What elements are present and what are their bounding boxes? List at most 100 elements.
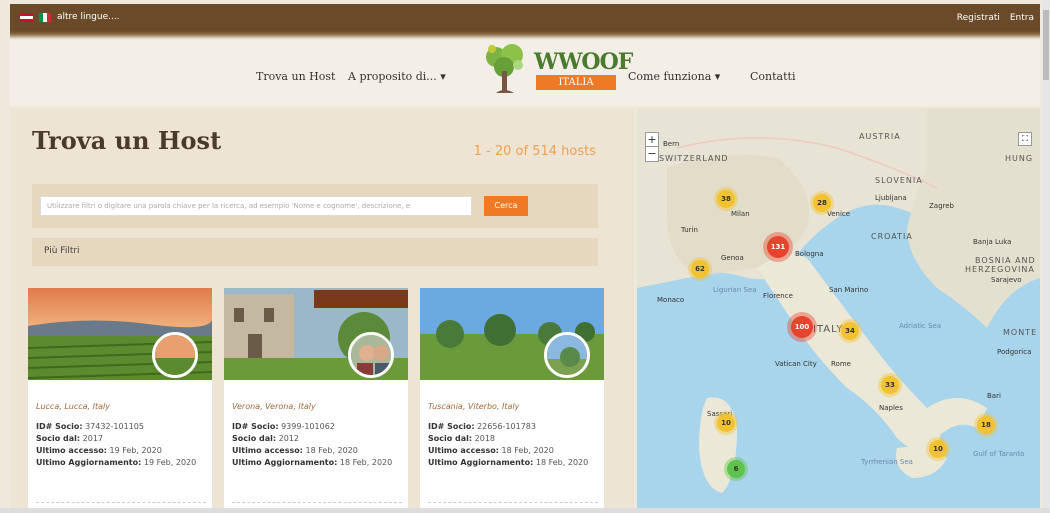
access-label: Ultimo accesso: (36, 446, 107, 455)
top-bar: altre lingue.... Registrati Entra (10, 4, 1040, 32)
map-label-zagreb: Zagreb (929, 202, 955, 210)
map-cluster[interactable]: 33 (881, 376, 899, 394)
map-label-adriatic: Adriatic Sea (899, 322, 942, 330)
id-label: ID# Socio: (36, 422, 83, 431)
nav-about[interactable]: A proposito di... ▾ (348, 70, 446, 83)
host-avatar[interactable] (544, 332, 590, 378)
language-switcher[interactable]: altre lingue.... (20, 12, 120, 22)
map-label-milan: Milan (731, 210, 750, 218)
access-label: Ultimo accesso: (428, 446, 499, 455)
map-label-croatia: CROATIA (871, 232, 913, 241)
results-count: 1 - 20 of 514 hosts (473, 144, 596, 159)
register-link[interactable]: Registrati (957, 13, 1000, 23)
more-filters-toggle[interactable]: Più Filtri (32, 238, 598, 266)
map-label-banja-luka: Banja Luka (973, 238, 1012, 246)
last-update: 18 Feb, 2020 (339, 458, 393, 467)
map-cluster[interactable]: 28 (813, 194, 831, 212)
map-cluster[interactable]: 34 (841, 322, 859, 340)
map-cluster[interactable]: 18 (977, 416, 995, 434)
map-cluster[interactable]: 10 (929, 440, 947, 458)
map-label-austria: AUSTRIA (859, 132, 901, 141)
map-label-taranto: Gulf of Taranto (973, 450, 1025, 458)
map-label-ljubljana: Ljubljana (875, 194, 907, 202)
map-label-genoa: Genoa (721, 254, 744, 262)
map-label-venice: Venice (827, 210, 851, 218)
map-cluster[interactable]: 10 (717, 414, 735, 432)
search-input[interactable]: Utilizzare filtri o digitare una parola … (40, 196, 472, 216)
uk-flag-icon[interactable] (20, 12, 33, 22)
map-label-hungary: HUNG (1005, 154, 1034, 163)
member-since: 2017 (82, 434, 103, 443)
map-label-florence: Florence (763, 292, 793, 300)
host-card[interactable]: Tuscania, Viterbo, Italy ID# Socio: 2265… (420, 288, 604, 513)
id-label: ID# Socio: (232, 422, 279, 431)
other-languages-link[interactable]: altre lingue.... (57, 12, 120, 22)
map-cluster[interactable]: 62 (691, 260, 709, 278)
since-label: Socio dal: (36, 434, 81, 443)
map-base (637, 108, 1040, 493)
card-divider (232, 502, 402, 506)
map-label-italy: ITALY (813, 324, 844, 335)
hosts-map[interactable]: + − ⛶ Bern SWITZERLAND AUSTRIA HUNG SLOV… (637, 108, 1040, 508)
map-label-slovenia: SLOVENIA (875, 176, 923, 185)
main-nav: Trova un Host A proposito di... ▾ WWOOF … (10, 40, 1040, 106)
member-id: 9399-101062 (281, 422, 335, 431)
map-label-vatican: Vatican City (775, 360, 817, 368)
member-id: 22656-101783 (477, 422, 536, 431)
italy-flag-icon[interactable] (39, 12, 51, 22)
since-label: Socio dal: (232, 434, 277, 443)
map-label-san-marino: San Marino (829, 286, 869, 294)
member-since: 2018 (474, 434, 495, 443)
map-label-podgorica: Podgorica (997, 348, 1032, 356)
wwoof-logo[interactable]: WWOOF ITALIA (482, 43, 633, 99)
update-label: Ultimo Aggiornamento: (232, 458, 338, 467)
nav-find-host[interactable]: Trova un Host (256, 70, 335, 83)
map-label-naples: Naples (879, 404, 903, 412)
results-panel: Trova un Host 1 - 20 of 514 hosts Utiliz… (10, 108, 634, 513)
host-card[interactable]: Verona, Verona, Italy ID# Socio: 9399-10… (224, 288, 408, 513)
map-cluster[interactable]: 100 (791, 316, 813, 338)
fullscreen-icon[interactable]: ⛶ (1018, 132, 1032, 146)
card-divider (428, 502, 598, 506)
last-access: 18 Feb, 2020 (501, 446, 554, 455)
logo-subtitle: ITALIA (536, 75, 616, 90)
search-button[interactable]: Cerca (484, 196, 528, 216)
torn-paper-edge (10, 31, 1040, 39)
scroll-thumb[interactable] (1043, 10, 1049, 80)
last-update: 18 Feb, 2020 (535, 458, 589, 467)
id-label: ID# Socio: (428, 422, 475, 431)
since-label: Socio dal: (428, 434, 473, 443)
zoom-in-button[interactable]: + (646, 133, 658, 147)
update-label: Ultimo Aggiornamento: (36, 458, 142, 467)
nav-contacts[interactable]: Contatti (750, 70, 795, 83)
last-update: 19 Feb, 2020 (143, 458, 197, 467)
map-label-sarajevo: Sarajevo (991, 276, 1022, 284)
map-cluster[interactable]: 6 (727, 460, 745, 478)
map-label-rome: Rome (831, 360, 851, 368)
login-link[interactable]: Entra (1010, 13, 1034, 23)
vertical-scrollbar[interactable] (1042, 0, 1050, 513)
map-label-bari: Bari (987, 392, 1001, 400)
map-label-ligurian-sea: Ligurian Sea (713, 286, 757, 294)
map-label-bern: Bern (663, 140, 680, 148)
map-label-switzerland: SWITZERLAND (659, 154, 729, 163)
logo-text: WWOOF (534, 49, 633, 75)
host-avatar[interactable] (152, 332, 198, 378)
map-label-bologna: Bologna (795, 250, 824, 258)
horizontal-scrollbar[interactable] (0, 508, 1050, 513)
map-cluster[interactable]: 131 (767, 236, 789, 258)
host-card[interactable]: Lucca, Lucca, Italy ID# Socio: 37432-101… (28, 288, 212, 513)
map-label-turin: Turin (681, 226, 698, 234)
host-avatar[interactable] (348, 332, 394, 378)
host-location: Verona, Verona, Italy (232, 402, 316, 411)
card-divider (36, 502, 206, 506)
zoom-out-button[interactable]: − (646, 147, 658, 161)
page-title: Trova un Host (32, 126, 222, 155)
map-cluster[interactable]: 38 (717, 190, 735, 208)
host-location: Lucca, Lucca, Italy (36, 402, 110, 411)
zoom-control: + − (645, 132, 659, 162)
update-label: Ultimo Aggiornamento: (428, 458, 534, 467)
map-label-tyrrhenian: Tyrrhenian Sea (861, 458, 913, 466)
nav-how-it-works[interactable]: Come funziona ▾ (628, 70, 720, 83)
access-label: Ultimo accesso: (232, 446, 303, 455)
